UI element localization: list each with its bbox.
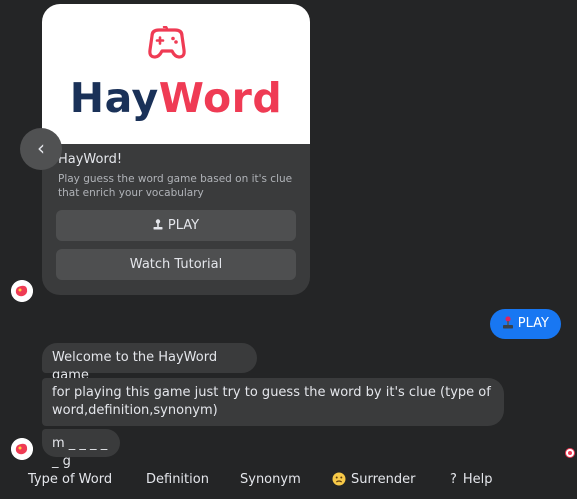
bot-logo-icon (11, 280, 33, 302)
sad-face-icon (332, 469, 346, 497)
sent-message-play: PLAY (489, 309, 561, 341)
quick-reply-definition[interactable]: Definition (144, 466, 211, 494)
play-button[interactable]: PLAY (56, 210, 296, 241)
watch-tutorial-button[interactable]: Watch Tutorial (56, 249, 296, 280)
scroll-indicator[interactable] (565, 448, 575, 458)
card-title: HayWord! (58, 152, 123, 167)
bot-avatar[interactable] (11, 280, 33, 302)
play-button-label: PLAY (167, 218, 200, 233)
quick-reply-synonym[interactable]: Synonym (238, 466, 303, 494)
card-subtitle: Play guess the word game based on it's c… (58, 173, 293, 199)
card-hero-image[interactable]: HayWord (42, 4, 310, 144)
quick-reply-surrender[interactable]: Surrender (330, 466, 418, 494)
carousel-back-button[interactable]: ‹ (20, 128, 62, 170)
quick-reply-help[interactable]: ? Help (448, 466, 495, 494)
game-card: HayWord HayWord! Play guess the word gam… (42, 4, 310, 295)
bot-logo-icon (11, 438, 33, 460)
brand-hay: Hay (69, 74, 159, 122)
brand-word: Word (158, 74, 283, 122)
quick-reply-surrender-label: Surrender (351, 472, 416, 487)
bot-message-welcome: Welcome to the HayWord game (42, 343, 257, 383)
quick-reply-type-of-word[interactable]: Type of Word (26, 466, 114, 494)
joystick-icon (153, 219, 163, 230)
chevron-left-icon: ‹ (37, 136, 45, 160)
quick-reply-help-label: Help (462, 472, 493, 487)
bot-message-word-clue: m _ _ _ _ _ g (42, 429, 120, 469)
bot-message-instructions: for playing this game just try to guess … (42, 378, 504, 426)
brand-logo: HayWord (42, 74, 310, 122)
joystick-emoji-icon (502, 311, 514, 341)
sent-message-label: PLAY (517, 316, 549, 331)
bot-avatar[interactable] (11, 438, 33, 460)
gamepad-icon (148, 26, 186, 59)
question-mark-icon: ? (450, 472, 457, 487)
